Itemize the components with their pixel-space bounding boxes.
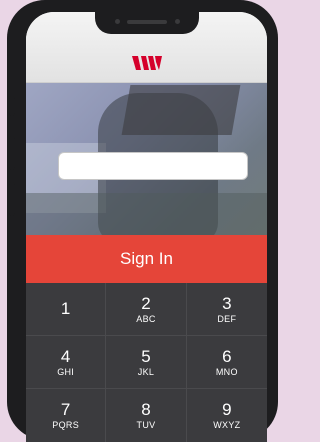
key-number: 7	[60, 400, 71, 419]
key-letters: GHI	[57, 366, 75, 377]
key-letters: PQRS	[52, 420, 80, 430]
westpac-logo-icon	[131, 56, 162, 70]
phone-side-button	[9, 96, 15, 116]
key-number: 2	[141, 293, 151, 313]
keypad-key-7[interactable]: 7 PQRS	[26, 389, 107, 442]
hero-foreground	[26, 193, 267, 235]
sign-in-button[interactable]: Sign In	[26, 235, 267, 283]
key-letters: ABC	[136, 313, 156, 324]
customer-id-input[interactable]	[58, 152, 248, 180]
phone-frame: Sign In 1 2 ABC 3 DEF 4 GHI 5 JKL 6 MNO …	[7, 0, 278, 442]
numeric-keypad: 1 2 ABC 3 DEF 4 GHI 5 JKL 6 MNO 7 PQRS 8…	[26, 283, 267, 442]
keypad-key-2[interactable]: 2 ABC	[106, 283, 187, 336]
key-letters: DEF	[217, 313, 237, 324]
notch-camera-icon	[174, 19, 180, 24]
hero-figure-head	[121, 85, 241, 135]
keypad-key-5[interactable]: 5 JKL	[106, 336, 187, 389]
notch-speaker	[126, 20, 167, 24]
key-number: 1	[60, 298, 71, 318]
phone-screen: Sign In 1 2 ABC 3 DEF 4 GHI 5 JKL 6 MNO …	[26, 12, 267, 442]
keypad-key-3[interactable]: 3 DEF	[186, 283, 267, 336]
keypad-key-8[interactable]: 8 TUV	[106, 389, 187, 442]
key-number: 9	[222, 400, 232, 419]
key-number: 5	[141, 346, 151, 366]
key-number: 3	[222, 293, 232, 313]
phone-notch	[94, 12, 199, 34]
key-letters: TUV	[136, 420, 156, 430]
keypad-key-4[interactable]: 4 GHI	[26, 336, 107, 389]
key-number: 4	[60, 346, 71, 366]
notch-sensor-icon	[114, 19, 120, 24]
phone-volume-down	[9, 182, 15, 216]
keypad-key-1[interactable]: 1	[26, 283, 107, 336]
key-letters: JKL	[137, 366, 155, 377]
key-number: 6	[222, 346, 232, 366]
keypad-key-9[interactable]: 9 WXYZ	[187, 389, 267, 442]
key-number: 8	[141, 400, 151, 419]
phone-volume-up	[9, 136, 15, 170]
keypad-key-6[interactable]: 6 MNO	[186, 336, 267, 389]
key-letters: MNO	[215, 366, 238, 377]
key-letters: WXYZ	[213, 420, 241, 430]
